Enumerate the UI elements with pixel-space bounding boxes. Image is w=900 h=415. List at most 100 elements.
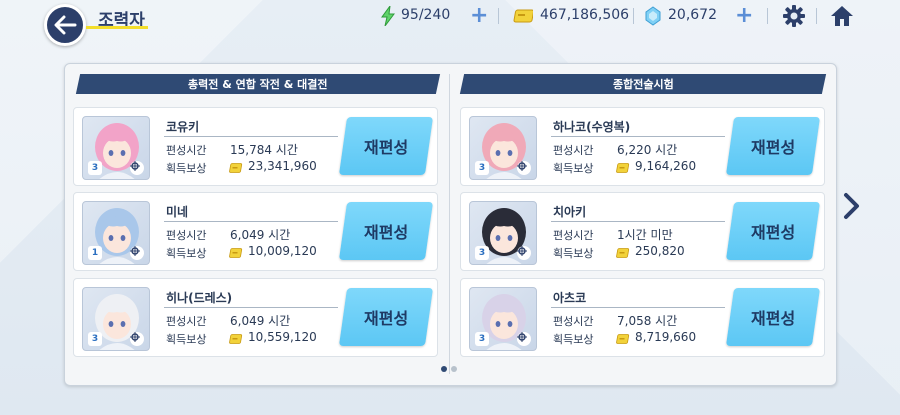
role-icon [130,246,144,260]
name-divider [551,136,725,137]
reward-label: 획득보상 [553,247,594,260]
separator [767,8,768,24]
rank-badge: 3 [475,246,489,260]
support-card[interactable]: 3 치아키 편성시간 1시간 미만 획득보상 250,820 재편성 [460,192,825,271]
ap-counter: 95/240 [401,7,451,23]
add-gems-button[interactable]: + [735,5,753,27]
separator [498,8,499,24]
reward-value: 10,559,120 [248,330,317,344]
reform-button[interactable]: 재편성 [725,117,821,175]
formation-time-label: 편성시간 [553,315,594,328]
role-icon [517,161,531,175]
role-icon [517,332,531,346]
rank-badge: 1 [88,246,102,260]
reform-button[interactable]: 재편성 [725,202,821,260]
reward-label: 획득보상 [166,333,207,346]
reform-button[interactable]: 재편성 [338,288,434,346]
credits-counter: 467,186,506 [540,7,630,23]
reform-button-label: 재편성 [363,309,409,328]
gem-icon [645,6,661,26]
reform-button[interactable]: 재편성 [338,202,434,260]
home-icon[interactable] [830,5,854,27]
formation-time-label: 편성시간 [166,229,207,242]
column-header-right: 종합전술시험 [459,74,827,94]
support-card[interactable]: 3 코유키 편성시간 15,784 시간 획득보상 23,341,960 재편성 [73,107,438,186]
page-indicator [441,366,457,372]
reward-label: 획득보상 [166,162,207,175]
coin-icon [616,248,630,258]
character-name: 미네 [166,205,189,219]
name-divider [164,136,338,137]
coin-icon [616,334,630,344]
rank-badge: 3 [88,332,102,346]
rank-badge: 3 [475,332,489,346]
role-icon [130,332,144,346]
formation-time-value: 6,049 시간 [230,228,291,242]
reward-label: 획득보상 [166,247,207,260]
character-portrait: 1 [82,201,150,265]
role-icon [130,161,144,175]
reform-button-label: 재편성 [750,309,796,328]
column-divider [449,74,450,374]
add-ap-button[interactable]: + [470,5,488,27]
page-dot[interactable] [451,366,457,372]
formation-time-label: 편성시간 [553,229,594,242]
rank-badge: 3 [88,161,102,175]
formation-time-value: 15,784 시간 [230,143,298,157]
reward-value: 23,341,960 [248,159,317,173]
arrow-left-icon [54,15,77,35]
chevron-right-icon[interactable] [842,192,862,220]
name-divider [164,307,338,308]
back-button[interactable] [44,4,86,46]
gear-icon[interactable] [783,5,805,27]
support-card[interactable]: 3 하나코(수영복) 편성시간 6,220 시간 획득보상 9,164,260 … [460,107,825,186]
rank-badge: 3 [475,161,489,175]
character-name: 치아키 [553,205,587,219]
reward-value: 8,719,660 [635,330,697,344]
page-dot-active[interactable] [441,366,447,372]
character-portrait: 3 [82,116,150,180]
reform-button-label: 재편성 [750,223,796,242]
support-card[interactable]: 3 아츠코 편성시간 7,058 시간 획득보상 8,719,660 재편성 [460,278,825,357]
character-portrait: 3 [469,287,537,351]
coin-icon [229,248,243,258]
formation-time-label: 편성시간 [166,315,207,328]
character-portrait: 3 [82,287,150,351]
character-portrait: 3 [469,201,537,265]
support-card[interactable]: 1 미네 편성시간 6,049 시간 획득보상 10,009,120 재편성 [73,192,438,271]
role-icon [517,246,531,260]
column-header-left: 총력전 & 연합 작전 & 대결전 [75,74,441,94]
formation-time-label: 편성시간 [166,144,207,157]
lightning-icon [381,6,395,26]
gems-counter: 20,672 [668,7,717,23]
reform-button[interactable]: 재편성 [338,117,434,175]
coin-icon [229,334,243,344]
formation-time-value: 1시간 미만 [617,228,673,242]
support-card[interactable]: 3 히나(드레스) 편성시간 6,049 시간 획득보상 10,559,120 … [73,278,438,357]
coin-icon [616,163,630,173]
top-bar: 조력자 95/240 + 467,186,506 20,672 + [0,0,900,46]
reward-value: 250,820 [635,244,685,258]
character-name: 히나(드레스) [166,291,233,305]
formation-time-value: 7,058 시간 [617,314,678,328]
character-name: 하나코(수영복) [553,120,631,134]
name-divider [164,221,338,222]
reform-button-label: 재편성 [363,138,409,157]
reward-label: 획득보상 [553,162,594,175]
title-underline [86,26,148,29]
reward-value: 9,164,260 [635,159,697,173]
character-name: 코유키 [166,120,200,134]
reform-button[interactable]: 재편성 [725,288,821,346]
formation-time-value: 6,049 시간 [230,314,291,328]
formation-time-label: 편성시간 [553,144,594,157]
formation-time-value: 6,220 시간 [617,143,678,157]
coin-icon [229,163,243,173]
reform-button-label: 재편성 [363,223,409,242]
reward-label: 획득보상 [553,333,594,346]
character-name: 아츠코 [553,291,587,305]
separator [816,8,817,24]
reward-value: 10,009,120 [248,244,317,258]
separator [633,8,634,24]
reform-button-label: 재편성 [750,138,796,157]
name-divider [551,307,725,308]
